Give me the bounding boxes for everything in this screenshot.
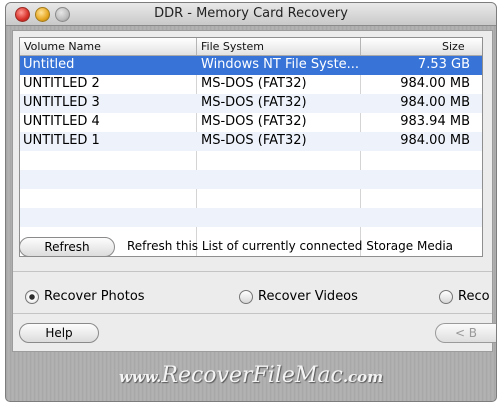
banner-prefix: www.	[118, 368, 162, 386]
app-window: DDR - Memory Card Recovery Volume Name F…	[5, 2, 497, 402]
volume-table[interactable]: Volume Name File System Size Untitled Wi…	[19, 37, 483, 257]
column-header-volume-name[interactable]: Volume Name	[24, 40, 101, 53]
banner-suffix: .com	[342, 368, 384, 386]
file-system-cell: MS-DOS (FAT32)	[201, 133, 307, 148]
refresh-button[interactable]: Refresh	[19, 237, 115, 257]
table-body: Untitled Windows NT File Syste... 7.53 G…	[20, 56, 482, 246]
refresh-description: Refresh this List of currently connected…	[127, 239, 454, 253]
recover-videos-option[interactable]: Recover Videos	[239, 289, 358, 304]
column-header-size[interactable]: Size	[442, 40, 465, 53]
empty-table-row	[20, 170, 482, 189]
recover-photos-option[interactable]: Recover Photos	[25, 289, 145, 304]
table-header: Volume Name File System Size	[20, 38, 482, 56]
section-divider	[13, 313, 492, 314]
file-system-cell: MS-DOS (FAT32)	[201, 114, 307, 129]
radio-selected-icon[interactable]	[25, 289, 39, 304]
radio-unselected-icon[interactable]	[439, 289, 453, 304]
radio-unselected-icon[interactable]	[239, 289, 253, 304]
column-header-file-system[interactable]: File System	[201, 40, 264, 53]
website-banner: www.RecoverFileMac.com	[6, 353, 496, 401]
recover-photos-label: Recover Photos	[44, 289, 145, 304]
volume-name-cell: Untitled	[23, 57, 75, 72]
main-panel: Volume Name File System Size Untitled Wi…	[12, 30, 496, 352]
recover-videos-label: Recover Videos	[258, 289, 358, 304]
volume-name-cell: UNTITLED 3	[23, 95, 100, 110]
volume-name-cell: UNTITLED 2	[23, 76, 100, 91]
table-row[interactable]: UNTITLED 3 MS-DOS (FAT32) 984.00 MB	[20, 94, 482, 113]
empty-table-row	[20, 189, 482, 208]
size-cell: 984.00 MB	[400, 76, 470, 91]
file-system-cell: MS-DOS (FAT32)	[201, 76, 307, 91]
file-system-cell: MS-DOS (FAT32)	[201, 95, 307, 110]
table-row[interactable]: UNTITLED 4 MS-DOS (FAT32) 983.94 MB	[20, 113, 482, 132]
help-button[interactable]: Help	[19, 323, 99, 343]
recover-other-option[interactable]: Reco	[439, 289, 490, 304]
size-cell: 983.94 MB	[400, 114, 470, 129]
section-divider	[13, 271, 492, 272]
window-title: DDR - Memory Card Recovery	[154, 6, 348, 21]
size-cell: 984.00 MB	[400, 133, 470, 148]
recover-other-label: Reco	[458, 289, 490, 304]
banner-logo-text: www.RecoverFileMac.com	[6, 363, 496, 388]
volume-name-cell: UNTITLED 1	[23, 133, 100, 148]
column-divider	[360, 38, 361, 55]
banner-name: RecoverFileMac	[161, 363, 343, 388]
table-row[interactable]: UNTITLED 2 MS-DOS (FAT32) 984.00 MB	[20, 75, 482, 94]
column-divider	[196, 38, 197, 55]
table-row-selected[interactable]: Untitled Windows NT File Syste... 7.53 G…	[20, 56, 482, 75]
empty-table-row	[20, 151, 482, 170]
table-row[interactable]: UNTITLED 1 MS-DOS (FAT32) 984.00 MB	[20, 132, 482, 151]
volume-name-cell: UNTITLED 4	[23, 114, 100, 129]
size-cell: 7.53 GB	[417, 57, 470, 72]
file-system-cell: Windows NT File Syste...	[201, 57, 359, 72]
title-bar: DDR - Memory Card Recovery	[6, 3, 496, 26]
empty-table-row	[20, 208, 482, 227]
next-button[interactable]: < B	[435, 323, 496, 343]
size-cell: 984.00 MB	[400, 95, 470, 110]
